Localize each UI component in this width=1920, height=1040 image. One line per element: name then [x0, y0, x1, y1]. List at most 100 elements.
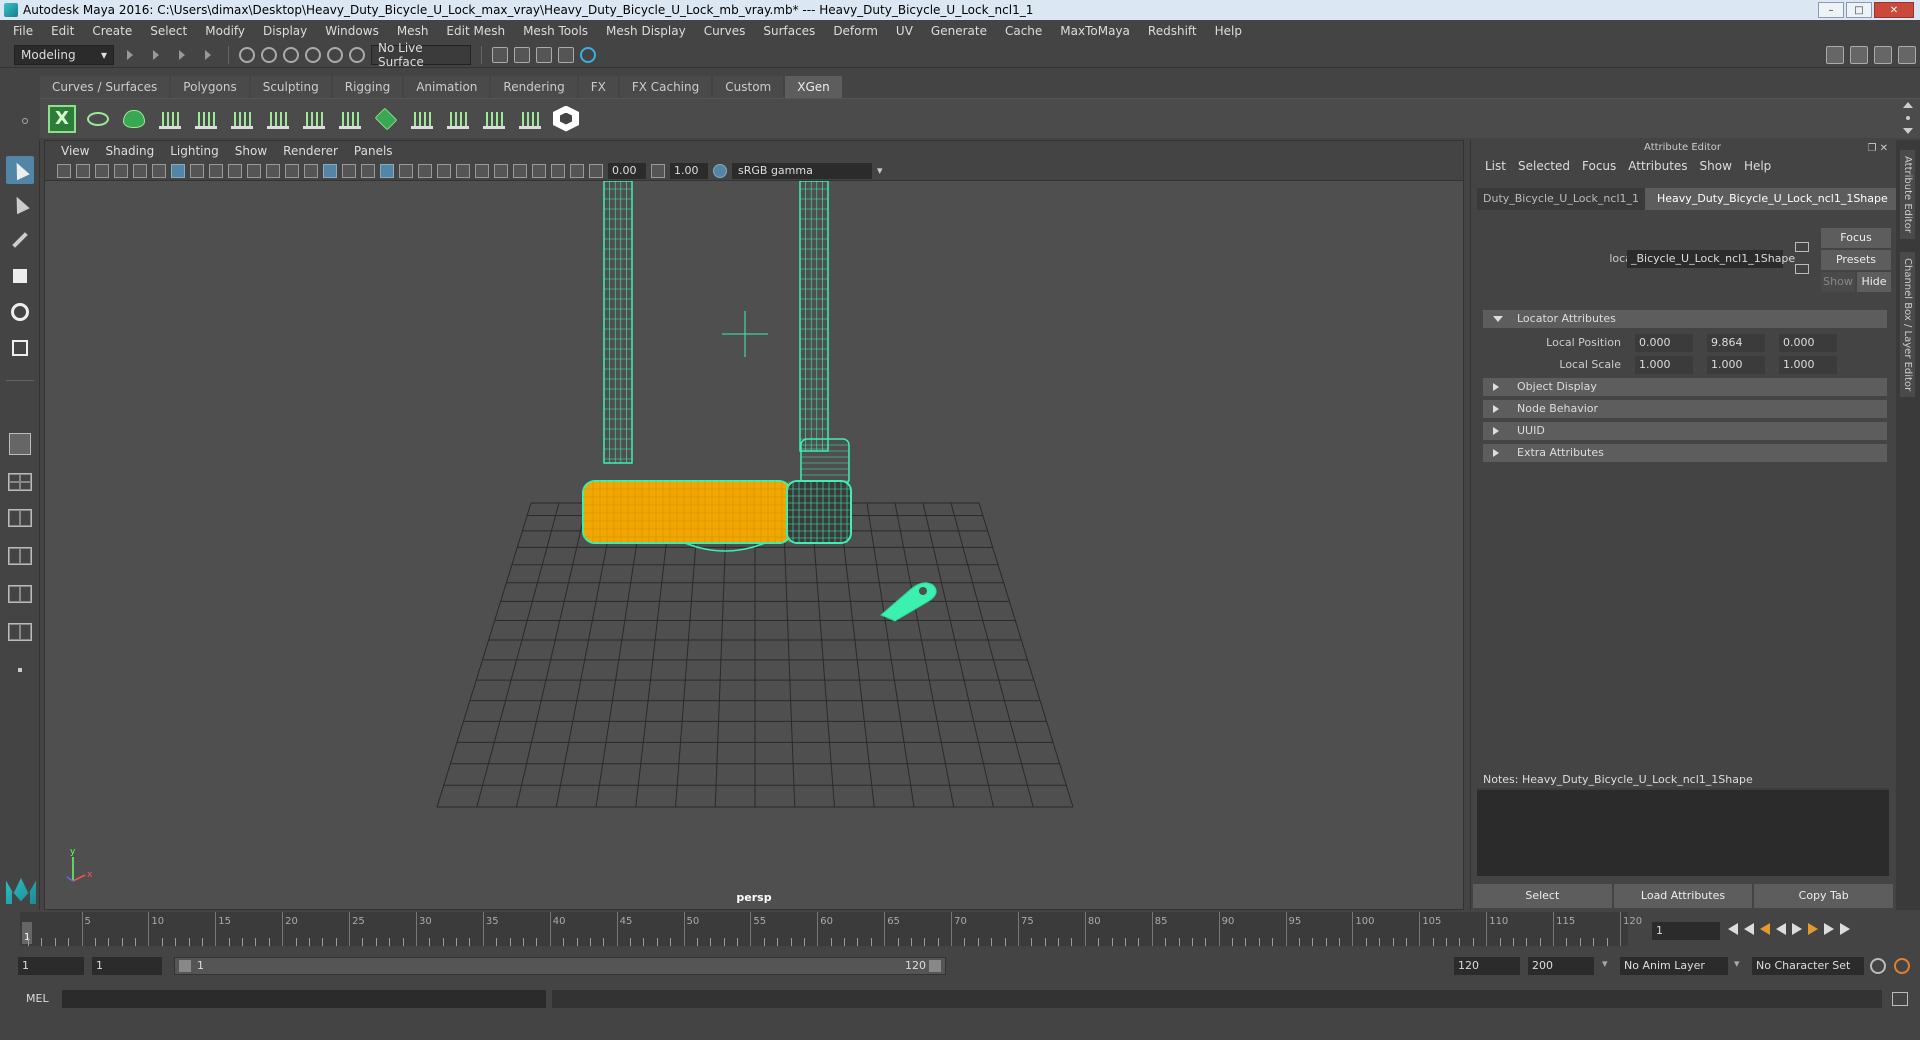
layout-options[interactable]	[6, 656, 34, 684]
section-uuid[interactable]: UUID	[1483, 422, 1887, 440]
persp-outliner-layout[interactable]	[6, 504, 34, 532]
playback-end-field[interactable]: 120	[1454, 957, 1520, 975]
snap-view-plane-icon[interactable]	[305, 46, 321, 63]
camera-select-icon[interactable]	[57, 163, 71, 178]
wireframe-on-shaded-icon[interactable]	[361, 163, 375, 178]
focus-button[interactable]: Focus	[1821, 228, 1891, 248]
xgen-create-description-icon[interactable]	[120, 105, 148, 133]
menu-cache[interactable]: Cache	[996, 24, 1051, 38]
gamma-field[interactable]: 1.00	[670, 162, 708, 179]
menu-display[interactable]: Display	[254, 24, 316, 38]
tab-attribute-editor[interactable]: Attribute Editor	[1900, 150, 1915, 239]
render-settings-icon[interactable]	[536, 46, 552, 63]
script-language-toggle[interactable]: MEL	[26, 992, 49, 1005]
range-slider[interactable]: 1 120	[174, 957, 946, 975]
command-input[interactable]	[62, 990, 546, 1008]
textured-icon[interactable]	[380, 163, 394, 178]
shadows-icon[interactable]	[418, 163, 432, 178]
camera-attributes-icon[interactable]	[76, 163, 90, 178]
move-tool[interactable]	[6, 262, 34, 290]
u-lock-shackle[interactable]	[603, 180, 850, 486]
time-slider[interactable]: 1 51015202530354045505560657075808590951…	[20, 912, 1642, 946]
snap-curve-icon[interactable]	[261, 46, 277, 63]
viewport-menu-lighting[interactable]: Lighting	[162, 144, 227, 158]
menu-modify[interactable]: Modify	[196, 24, 254, 38]
tab-fx[interactable]: FX	[578, 76, 618, 98]
collapse-arrow-icon[interactable]	[205, 49, 211, 60]
local-scale-x[interactable]: 1.000	[1635, 356, 1693, 374]
xgen-clumping-icon[interactable]	[336, 105, 364, 133]
select-tool[interactable]	[6, 156, 34, 184]
presets-button[interactable]: Presets	[1821, 250, 1891, 270]
xray-components-icon[interactable]	[570, 163, 584, 178]
snap-point-icon[interactable]	[283, 46, 299, 63]
film-gate-icon[interactable]	[190, 163, 204, 178]
render-frame-icon[interactable]	[492, 46, 508, 63]
menu-curves[interactable]: Curves	[695, 24, 755, 38]
xgen-brush-icon[interactable]	[480, 105, 508, 133]
play-backwards-icon[interactable]	[1776, 923, 1786, 935]
go-to-end-icon[interactable]	[1840, 923, 1850, 935]
four-view-layout[interactable]	[6, 468, 34, 496]
section-extra-attributes[interactable]: Extra Attributes	[1483, 444, 1887, 462]
u-lock-body[interactable]	[582, 480, 852, 552]
tab-fx-caching[interactable]: FX Caching	[619, 76, 712, 98]
locator-crosshair[interactable]	[722, 311, 768, 357]
menu-help[interactable]: Help	[1206, 24, 1251, 38]
menu-edit-mesh[interactable]: Edit Mesh	[437, 24, 514, 38]
menu-edit[interactable]: Edit	[42, 24, 83, 38]
persp-graph-layout[interactable]	[6, 542, 34, 570]
chevron-down-icon[interactable]: ▾	[1602, 957, 1608, 970]
exposure-field[interactable]: 0.00	[608, 162, 646, 179]
motion-blur-icon[interactable]	[456, 163, 470, 178]
xray-joints-icon[interactable]	[551, 163, 565, 178]
chevron-down-icon[interactable]: ▾	[877, 164, 883, 177]
hypershade-layout[interactable]	[6, 618, 34, 646]
viewport-menu-renderer[interactable]: Renderer	[275, 144, 346, 158]
xgen-place-guides-icon[interactable]	[156, 105, 184, 133]
menu-generate[interactable]: Generate	[922, 24, 996, 38]
maximize-button[interactable]: □	[1846, 2, 1872, 18]
tab-animation[interactable]: Animation	[404, 76, 490, 98]
attr-menu-list[interactable]: List	[1479, 159, 1512, 173]
tab-rendering[interactable]: Rendering	[491, 76, 577, 98]
attribute-editor-icon[interactable]	[1898, 46, 1916, 64]
current-frame-field[interactable]: 1	[1652, 922, 1720, 940]
copy-tab-button[interactable]: Copy Tab	[1754, 884, 1894, 908]
anim-layer-dropdown[interactable]: No Anim Layer	[1620, 957, 1728, 975]
menu-select[interactable]: Select	[141, 24, 196, 38]
step-back-key-icon[interactable]	[1760, 923, 1770, 935]
menuset-dropdown[interactable]: Modeling ▾	[14, 44, 114, 65]
menu-mesh-tools[interactable]: Mesh Tools	[514, 24, 597, 38]
field-chart-icon[interactable]	[247, 163, 261, 178]
viewport-menu-show[interactable]: Show	[227, 144, 275, 158]
chevron-down-icon[interactable]: ▾	[1734, 957, 1740, 970]
script-editor-icon[interactable]	[1892, 992, 1908, 1006]
shelf-scroll-dot-icon[interactable]	[1905, 116, 1910, 120]
menu-maxtomaya[interactable]: MaxToMaya	[1051, 24, 1139, 38]
tab-xgen[interactable]: XGen	[785, 76, 842, 98]
rotate-tool[interactable]	[6, 298, 34, 326]
menu-redshift[interactable]: Redshift	[1139, 24, 1206, 38]
tab-rigging[interactable]: Rigging	[332, 76, 403, 98]
use-all-lights-icon[interactable]	[399, 163, 413, 178]
snap-grid-icon[interactable]	[239, 46, 255, 63]
tab-curves-surfaces[interactable]: Curves / Surfaces	[40, 76, 170, 98]
attr-menu-attributes[interactable]: Attributes	[1622, 159, 1693, 173]
outliner-layout[interactable]	[6, 580, 34, 608]
range-end-handle[interactable]	[929, 960, 941, 972]
menu-deform[interactable]: Deform	[824, 24, 887, 38]
snap-live-icon[interactable]	[327, 46, 343, 63]
viewport-panel[interactable]: View Shading Lighting Show Renderer Pane…	[44, 140, 1464, 910]
xgen-editor-icon[interactable]: X	[48, 104, 76, 133]
isolate-select-icon[interactable]	[513, 163, 527, 178]
viewport-menu-view[interactable]: View	[53, 144, 97, 158]
paint-select-tool[interactable]	[6, 226, 34, 254]
animation-preferences-icon[interactable]	[1894, 958, 1910, 974]
hypershade-icon[interactable]	[558, 46, 574, 63]
animation-end-field[interactable]: 200	[1528, 957, 1594, 975]
attr-menu-focus[interactable]: Focus	[1576, 159, 1622, 173]
attr-menu-help[interactable]: Help	[1738, 159, 1777, 173]
attr-menu-show[interactable]: Show	[1694, 159, 1738, 173]
bookmark-icon[interactable]	[95, 163, 109, 178]
